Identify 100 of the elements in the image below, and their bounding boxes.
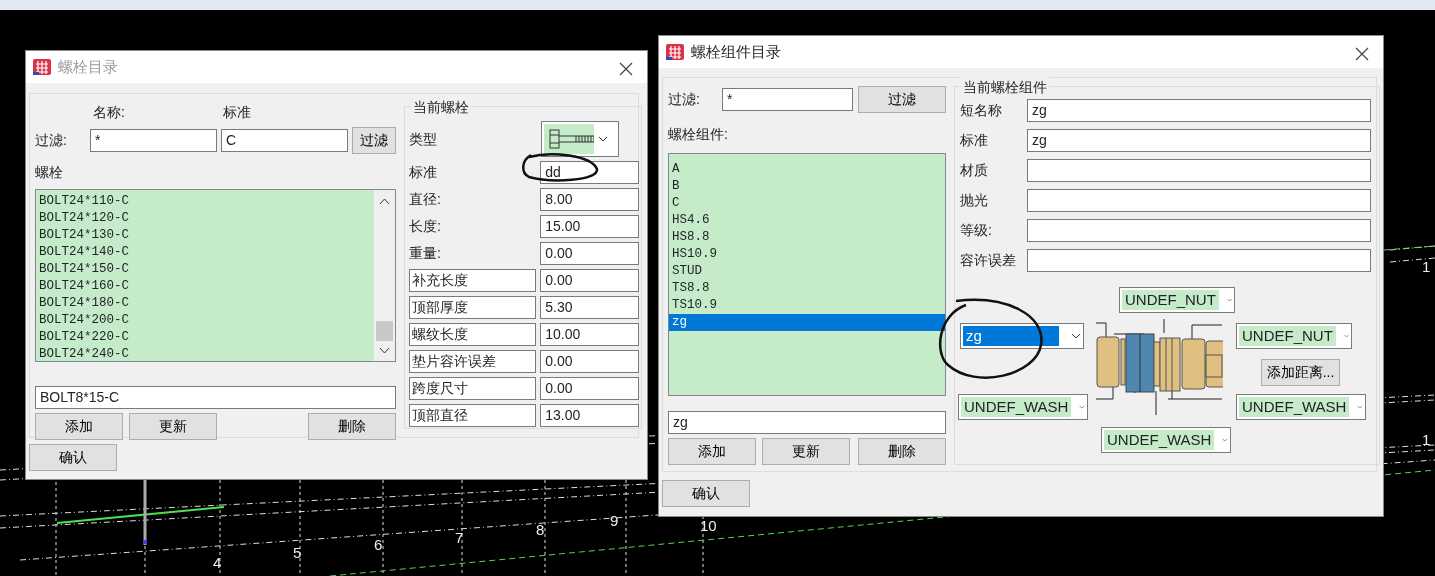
list-item[interactable]: TS10.9 [669,297,945,314]
list-item[interactable]: BOLT24*200-C [36,312,374,329]
add-button[interactable]: 添加 [35,412,123,440]
input-field[interactable] [1027,189,1371,212]
axis-label: 9 [610,512,619,529]
value-field[interactable]: 0.00 [540,242,639,265]
field-label: 补充长度 [409,269,537,292]
value-field[interactable]: 13.00 [540,404,639,427]
column-label: 标准 [223,103,251,122]
value-field[interactable]: 0.00 [540,269,639,292]
field-label: 长度: [409,217,442,236]
standard-filter-field[interactable]: C [221,129,348,152]
filter-button[interactable]: 过滤 [858,86,946,113]
ok-button[interactable]: 确认 [29,444,117,471]
caret-icon [598,136,608,142]
list-item[interactable]: BOLT24*110-C [36,193,374,210]
washer-dropdown[interactable]: UNDEF_WASH [1236,394,1366,420]
field-label: 直径: [409,190,442,209]
axis-label: 8 [536,521,545,538]
filter-button[interactable]: 过滤 [352,127,396,154]
washer-dropdown[interactable]: UNDEF_WASH [958,394,1088,420]
field-label: 重量: [409,244,442,263]
list-item[interactable]: BOLT24*160-C [36,278,374,295]
list-item[interactable]: BOLT24*180-C [36,295,374,312]
list-item[interactable]: BOLT24*120-C [36,210,374,227]
washer-dropdown[interactable]: UNDEF_WASH [1101,427,1231,453]
field-label: 短名称 [960,101,1003,120]
caret-icon [1226,297,1232,303]
input-field[interactable] [1027,249,1371,272]
delete-button[interactable]: 删除 [308,412,396,440]
axis-label: 4 [213,554,222,571]
window-title: 螺栓组件目录 [691,41,781,62]
list-item[interactable]: BOLT24*240-C [36,346,374,363]
filter-label: 过滤: [35,131,68,150]
field-label: 类型 [409,129,438,149]
value-field[interactable]: 15.00 [540,215,639,238]
add-button[interactable]: 添加 [668,438,756,465]
value-field[interactable]: 8.00 [540,188,639,211]
input-field[interactable] [1027,159,1371,182]
field-label: 垫片容许误差 [409,350,537,373]
list-item[interactable]: BOLT24*130-C [36,227,374,244]
close-icon [619,61,633,76]
update-button[interactable]: 更新 [129,412,217,440]
caret-icon [1357,404,1363,410]
column-member [143,480,147,545]
value-field[interactable]: 5.30 [540,296,639,319]
filter-label: 过滤: [668,90,701,109]
axis-label: 7 [455,529,464,546]
field-label: 等级: [960,221,993,240]
delete-button[interactable]: 删除 [858,438,946,465]
value-field[interactable]: dd [540,161,639,184]
app-icon [32,57,52,77]
field-label: 螺纹长度 [409,323,537,346]
axis-label: 6 [374,536,383,553]
caret-icon [1343,333,1349,339]
list-item[interactable]: STUD [669,263,945,280]
name-filter-field[interactable]: * [90,129,217,152]
app-icon [665,42,685,62]
value-field[interactable]: 0.00 [540,377,639,400]
list-item[interactable]: TS8.8 [669,280,945,297]
field-label: 容许误差 [960,251,1017,270]
name-field[interactable]: BOLT8*15-C [35,385,396,409]
input-field[interactable]: zg [1027,99,1371,122]
field-label: 标准 [960,131,989,150]
filter-field[interactable]: * [722,88,853,111]
add-distance-button[interactable]: 添加距离... [1261,358,1340,386]
input-field[interactable]: zg [1027,129,1371,152]
axis-label: 1 [1422,431,1431,448]
list-item[interactable]: B [669,178,945,195]
input-field[interactable] [1027,219,1371,242]
list-item[interactable]: HS8.8 [669,229,945,246]
list-label: 螺栓组件: [668,125,729,144]
axis-label: 10 [700,517,717,534]
bolt-icon [544,124,594,154]
list-item[interactable]: HS10.9 [669,246,945,263]
list-item[interactable]: BOLT24*140-C [36,244,374,261]
ok-button[interactable]: 确认 [662,480,750,507]
nut-dropdown[interactable]: UNDEF_NUT [1119,287,1235,313]
name-field[interactable]: zg [668,411,946,434]
caret-icon [1071,333,1081,339]
list-item[interactable]: BOLT24*150-C [36,261,374,278]
list-label: 螺栓 [35,162,64,182]
list-item[interactable]: zg [669,314,945,331]
caret-icon [1079,404,1085,410]
field-label: 标准 [409,163,438,182]
bolt-type-dropdown[interactable] [541,121,619,157]
field-label: 顶部直径 [409,404,537,427]
list-item[interactable]: BOLT24*220-C [36,329,374,346]
value-field[interactable]: 10.00 [540,323,639,346]
bolt-dropdown[interactable]: zg [960,323,1084,349]
list-item[interactable]: A [669,161,945,178]
field-label: 跨度尺寸 [409,377,537,400]
list-item[interactable]: C [669,195,945,212]
axis-label: 5 [293,544,302,561]
field-label: 材质 [960,161,989,180]
axis-label: 1 [1422,258,1431,275]
list-item[interactable]: HS4.6 [669,212,945,229]
value-field[interactable]: 0.00 [540,350,639,373]
update-button[interactable]: 更新 [762,438,850,465]
nut-dropdown[interactable]: UNDEF_NUT [1236,323,1352,349]
